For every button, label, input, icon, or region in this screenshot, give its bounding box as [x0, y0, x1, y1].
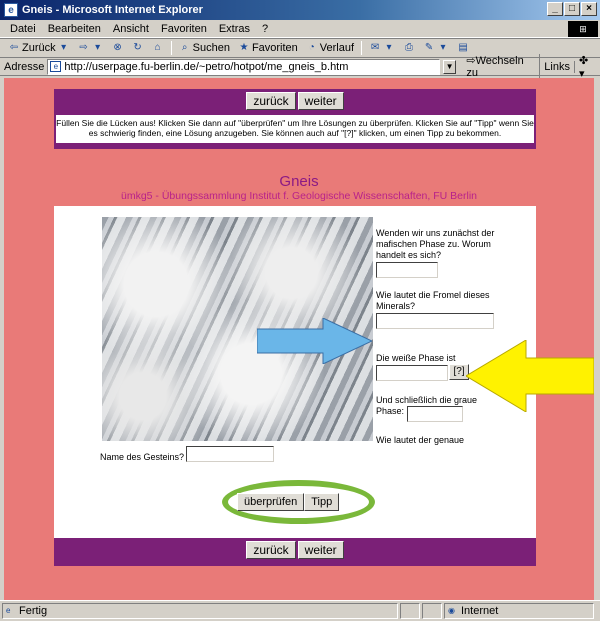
refresh-icon: ↻	[133, 42, 142, 53]
instructions: Füllen Sie die Lücken aus! Klicken Sie d…	[56, 115, 534, 143]
mail-button[interactable]: ✉ ▾	[365, 42, 399, 54]
edit-button[interactable]: ✎ ▾	[419, 42, 453, 54]
top-back-button[interactable]: zurück	[246, 92, 296, 110]
forward-arrow-icon: ⇨	[79, 42, 88, 53]
favorites-label: Favoriten	[251, 42, 298, 54]
tip-button[interactable]: Tipp	[304, 493, 340, 511]
mail-icon: ✉	[370, 42, 380, 53]
question-6: Name des Gesteins?	[100, 452, 185, 462]
address-url: http://userpage.fu-berlin.de/~petro/hotp…	[64, 60, 349, 73]
links-button[interactable]: Links	[540, 60, 575, 73]
page-subtitle: ümkg5 - Übungssammlung Institut f. Geolo…	[121, 190, 477, 202]
title-bar: e Gneis - Microsoft Internet Explorer _ …	[0, 0, 600, 20]
minimize-button[interactable]: _	[547, 2, 563, 16]
refresh-button[interactable]: ↻	[128, 42, 148, 54]
menu-extras[interactable]: Extras	[213, 23, 256, 35]
status-text: Fertig	[19, 605, 48, 617]
menu-bar: Datei Bearbeiten Ansicht Favoriten Extra…	[0, 20, 600, 38]
address-label: Adresse	[4, 60, 45, 73]
answer-4-input[interactable]	[407, 406, 463, 422]
blue-arrow-annotation	[257, 318, 372, 364]
forward-button[interactable]: ⇨ ▾	[74, 42, 108, 54]
answer-1-input[interactable]	[376, 262, 438, 278]
extension-icon[interactable]: ✤ ▾	[575, 54, 600, 80]
menu-bearbeiten[interactable]: Bearbeiten	[42, 23, 107, 35]
check-button[interactable]: überprüfen	[237, 493, 305, 511]
edit-icon: ✎	[424, 42, 434, 53]
back-label: Zurück	[22, 42, 56, 54]
favorites-icon: ★	[239, 42, 249, 53]
exercise-panel: Wenden wir uns zunächst der mafischen Ph…	[54, 206, 536, 538]
stop-icon: ⊗	[113, 42, 122, 53]
status-cell-empty	[422, 603, 442, 619]
address-input[interactable]: e http://userpage.fu-berlin.de/~petro/ho…	[47, 58, 440, 75]
go-label: Wechseln zu	[466, 55, 524, 79]
separator	[170, 41, 172, 55]
answer-2-input[interactable]	[376, 313, 494, 329]
go-button[interactable]: ⇨Wechseln zu	[462, 54, 541, 79]
question-1: Wenden wir uns zunächst der mafischen Ph…	[376, 228, 495, 260]
answer-3-input[interactable]	[376, 365, 448, 381]
zone-label: Internet	[461, 605, 499, 617]
menu-ansicht[interactable]: Ansicht	[107, 23, 155, 35]
yellow-arrow-annotation	[466, 340, 594, 412]
chevron-down-icon: ▾	[440, 42, 446, 53]
print-icon: ⎙	[405, 42, 414, 53]
menu-help[interactable]: ?	[256, 23, 274, 35]
zone-cell: ◉ Internet	[444, 603, 594, 619]
separator	[361, 41, 363, 55]
history-icon: ◔	[308, 42, 315, 53]
question-2: Wie lautet die Fromel dieses Minerals?	[376, 290, 490, 311]
chevron-down-icon: ▾	[386, 42, 392, 53]
favorites-button[interactable]: ★ Favoriten	[234, 42, 302, 54]
bottom-next-button[interactable]: weiter	[297, 541, 344, 559]
bottom-nav-panel: zurück weiter	[54, 538, 536, 566]
history-label: Verlauf	[319, 42, 355, 54]
page-icon: e	[50, 61, 62, 72]
chevron-down-icon: ▾	[95, 42, 101, 53]
go-arrow-icon: ⇨	[466, 55, 476, 67]
menu-favoriten[interactable]: Favoriten	[155, 23, 213, 35]
menu-datei[interactable]: Datei	[4, 23, 42, 35]
page-done-icon: e	[6, 606, 11, 615]
windows-logo-icon: ⊞	[568, 21, 598, 37]
top-next-button[interactable]: weiter	[297, 92, 344, 110]
globe-icon: ◉	[448, 606, 455, 615]
close-button[interactable]: ×	[581, 2, 597, 16]
back-arrow-icon: ⇦	[9, 42, 19, 53]
question-5: Wie lautet der genaue	[376, 435, 465, 445]
search-icon: ⌕	[181, 42, 188, 53]
print-button[interactable]: ⎙	[399, 42, 419, 54]
status-cell-empty	[400, 603, 420, 619]
maximize-button[interactable]: □	[564, 2, 580, 16]
address-dropdown-button[interactable]: ▼	[442, 59, 457, 74]
back-button[interactable]: ⇦ Zurück ▾	[4, 42, 74, 54]
discuss-button[interactable]: ▤	[453, 42, 473, 54]
address-bar: Adresse e http://userpage.fu-berlin.de/~…	[0, 54, 600, 80]
history-button[interactable]: ◔ Verlauf	[302, 42, 358, 54]
home-button[interactable]: ⌂	[148, 42, 168, 54]
search-label: Suchen	[192, 42, 230, 54]
status-text-cell: e Fertig	[2, 603, 398, 619]
home-icon: ⌂	[154, 42, 161, 53]
stop-button[interactable]: ⊗	[108, 42, 128, 54]
page-content: zurück weiter Füllen Sie die Lücken aus!…	[4, 78, 594, 600]
page-title: Gneis	[279, 173, 319, 190]
top-nav-panel: zurück weiter Füllen Sie die Lücken aus!…	[54, 89, 536, 149]
answer-rock-name-input[interactable]	[186, 446, 274, 462]
ie-icon: e	[4, 3, 18, 17]
search-button[interactable]: ⌕ Suchen	[175, 42, 234, 54]
vertical-scrollbar[interactable]	[594, 78, 600, 600]
status-bar: e Fertig ◉ Internet	[0, 600, 600, 621]
window-title: Gneis - Microsoft Internet Explorer	[22, 4, 203, 16]
discuss-icon: ▤	[458, 42, 468, 53]
chevron-down-icon: ▾	[61, 42, 67, 53]
bottom-back-button[interactable]: zurück	[246, 541, 296, 559]
